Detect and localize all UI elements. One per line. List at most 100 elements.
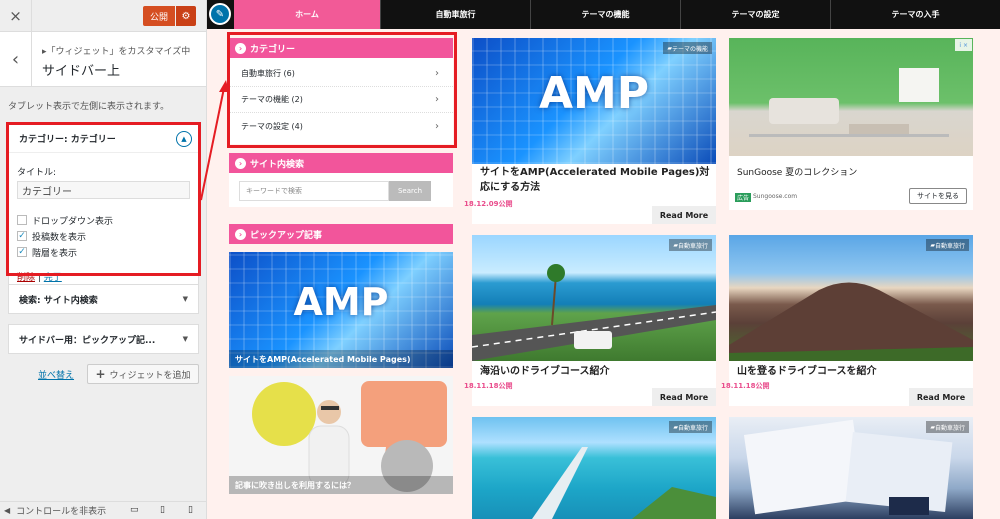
chevron-right-icon: ›	[435, 94, 439, 105]
customizer-header: × 公開 ⚙	[0, 0, 206, 32]
dropdown-checkbox-row[interactable]: ドロップダウン表示	[17, 213, 190, 227]
done-link[interactable]: 完了	[44, 273, 62, 283]
desktop-preview-icon[interactable]: ▭	[130, 505, 139, 515]
checkbox-label: ドロップダウン表示	[32, 216, 114, 227]
ad-choices-icon[interactable]: i ×	[955, 39, 972, 51]
post-thumbnail[interactable]: AMP ▰ テーマの機能	[472, 38, 716, 164]
section-title: サイドバー上	[42, 64, 121, 79]
customizer-panel: × 公開 ⚙ ‹ ▸「ウィジェット」をカスタマイズ中 サイドバー上 タブレット表…	[0, 0, 207, 519]
post-card[interactable]: ▰ 自動車旅行 山を登るドライブコースを紹介 18.11.18公開 Read M…	[721, 235, 973, 406]
ad-domain: Sungoose.com	[753, 193, 798, 200]
search-input[interactable]: キーワードで検索	[239, 181, 389, 201]
category-widget-panel: カテゴリー: カテゴリー ▲ タイトル: カテゴリー ドロップダウン表示 ✓ 投…	[8, 124, 199, 292]
category-item[interactable]: 自動車旅行 (6) ›	[229, 61, 453, 87]
add-widget-label: ウィジェットを追加	[109, 370, 191, 381]
category-badge: ▰ テーマの機能	[663, 42, 712, 54]
read-more-button[interactable]: Read More	[652, 388, 716, 406]
add-widget-button[interactable]: + ウィジェットを追加	[87, 364, 199, 384]
category-label: テーマの設定 (4)	[241, 121, 303, 131]
ad-title[interactable]: SunGoose 夏のコレクション	[737, 166, 857, 181]
badge-label: テーマの機能	[671, 45, 708, 53]
title-label: タイトル:	[17, 168, 57, 178]
post-title[interactable]: 山を登るドライブコースを紹介	[737, 364, 877, 379]
category-item[interactable]: テーマの機能 (2) ›	[229, 87, 453, 113]
section-header: ‹ ▸「ウィジェット」をカスタマイズ中 サイドバー上	[0, 32, 206, 87]
nav-item-car-travel[interactable]: 自動車旅行	[380, 0, 530, 29]
edit-shortcut-icon[interactable]: ✎	[209, 3, 231, 25]
delete-link[interactable]: 削除	[17, 273, 35, 283]
show-count-checkbox-row[interactable]: ✓ 投稿数を表示	[17, 229, 190, 243]
publish-button[interactable]: 公開	[143, 6, 175, 26]
read-more-button[interactable]: Read More	[909, 388, 973, 406]
post-thumbnail[interactable]: ▰ 自動車旅行	[472, 235, 716, 361]
breadcrumb: ▸「ウィジェット」をカスタマイズ中	[42, 47, 191, 57]
post-card[interactable]: ▰ 自動車旅行	[472, 417, 716, 519]
nav-item-theme-get[interactable]: テーマの入手	[830, 0, 1000, 29]
nav-item-theme-settings[interactable]: テーマの設定	[680, 0, 830, 29]
category-item[interactable]: テーマの設定 (4) ›	[229, 113, 453, 139]
checkbox-label: 投稿数を表示	[32, 232, 87, 243]
search-button[interactable]: Search	[389, 181, 431, 201]
checkbox-icon[interactable]	[17, 215, 27, 225]
post-thumbnail[interactable]: ▰ 自動車旅行	[729, 235, 973, 361]
post-card[interactable]: ▰ 自動車旅行	[729, 417, 973, 519]
ad-card[interactable]: i × SunGoose 夏のコレクション 広告 Sungoose.com サイ…	[729, 38, 973, 210]
category-badge: ▰ 自動車旅行	[669, 239, 712, 251]
hide-controls-label[interactable]: コントロールを非表示	[16, 504, 106, 517]
close-icon[interactable]: ×	[0, 0, 32, 31]
chevron-circle-icon: ›	[235, 228, 246, 240]
search-widget: › サイト内検索 キーワードで検索 Search	[229, 153, 453, 207]
checkbox-checked-icon[interactable]: ✓	[17, 247, 27, 257]
nav-item-theme-features[interactable]: テーマの機能	[530, 0, 680, 29]
widget-title: カテゴリー: カテゴリー	[19, 135, 116, 145]
pickup-widget: › ピックアップ記事 AMP サイトをAMP(Accelerated Mobil…	[229, 224, 453, 519]
chevron-right-icon: ›	[435, 120, 439, 132]
post-thumbnail[interactable]: ▰ 自動車旅行	[472, 417, 716, 519]
post-thumbnail[interactable]: ▰ 自動車旅行	[729, 417, 973, 519]
badge-label: 自動車旅行	[934, 242, 965, 250]
post-date: 18.11.18公開	[464, 382, 513, 390]
customizer-footer: ◀ コントロールを非表示 ▭ ▯ ▯	[0, 501, 206, 519]
widget-heading: › カテゴリー	[229, 38, 453, 58]
widget-heading-text: サイト内検索	[250, 159, 305, 170]
tablet-preview-icon[interactable]: ▯	[160, 505, 165, 515]
post-title[interactable]: サイトをAMP(Accelerated Mobile Pages)対応にする方法	[480, 165, 710, 195]
post-date: 18.11.18公開	[721, 382, 770, 390]
global-nav: ✎ ホーム 自動車旅行 テーマの機能 テーマの設定 テーマの入手	[207, 0, 1000, 29]
read-more-button[interactable]: Read More	[652, 206, 716, 224]
collapse-sidebar-icon[interactable]: ◀	[4, 506, 10, 515]
expand-icon[interactable]: ▼	[183, 335, 188, 343]
gear-icon[interactable]: ⚙	[176, 6, 196, 26]
mountain-illustration	[729, 282, 973, 361]
post-card[interactable]: ▰ 自動車旅行 海沿いのドライブコース紹介 18.11.18公開 Read Mo…	[464, 235, 716, 406]
living-room-illustration	[749, 68, 949, 137]
post-card[interactable]: AMP ▰ テーマの機能 サイトをAMP(Accelerated Mobile …	[464, 38, 716, 224]
collapse-icon[interactable]: ▲	[176, 131, 192, 147]
nav-item-home[interactable]: ホーム	[234, 0, 380, 29]
badge-label: 自動車旅行	[677, 242, 708, 250]
hierarchy-checkbox-row[interactable]: ✓ 階層を表示	[17, 245, 190, 259]
category-badge: ▰ 自動車旅行	[926, 239, 969, 251]
pickup-item-speech[interactable]: 記事に吹き出しを利用するには？	[229, 376, 453, 494]
pickup-item-amp[interactable]: AMP サイトをAMP(Accelerated Mobile Pages)	[229, 252, 453, 368]
post-title[interactable]: 海沿いのドライブコース紹介	[480, 364, 610, 379]
search-widget-panel[interactable]: 検索: サイト内検索 ▼	[8, 284, 199, 314]
title-field[interactable]: カテゴリー	[17, 181, 190, 199]
reorder-link[interactable]: 並べ替え	[38, 368, 74, 381]
ad-visit-button[interactable]: サイトを見る	[909, 188, 967, 204]
chevron-right-icon: ›	[435, 68, 439, 79]
back-icon[interactable]: ‹	[0, 32, 32, 87]
plus-icon: +	[95, 367, 106, 381]
ad-tag: 広告	[735, 193, 752, 202]
pickup-widget-panel[interactable]: サイドバー用：ピックアップ記... ▼	[8, 324, 199, 354]
category-widget-header[interactable]: カテゴリー: カテゴリー ▲	[9, 125, 198, 153]
mobile-preview-icon[interactable]: ▯	[188, 505, 193, 515]
widget-heading-text: カテゴリー	[250, 44, 296, 55]
site-preview: ✎ ホーム 自動車旅行 テーマの機能 テーマの設定 テーマの入手 › カテゴリー…	[207, 0, 1000, 519]
checkbox-label: 階層を表示	[32, 248, 78, 259]
checkbox-checked-icon[interactable]: ✓	[17, 231, 27, 241]
post-date: 18.12.09公開	[464, 200, 513, 208]
ad-image[interactable]: i ×	[729, 38, 973, 156]
category-label: テーマの機能 (2)	[241, 95, 303, 104]
expand-icon[interactable]: ▼	[183, 295, 188, 303]
